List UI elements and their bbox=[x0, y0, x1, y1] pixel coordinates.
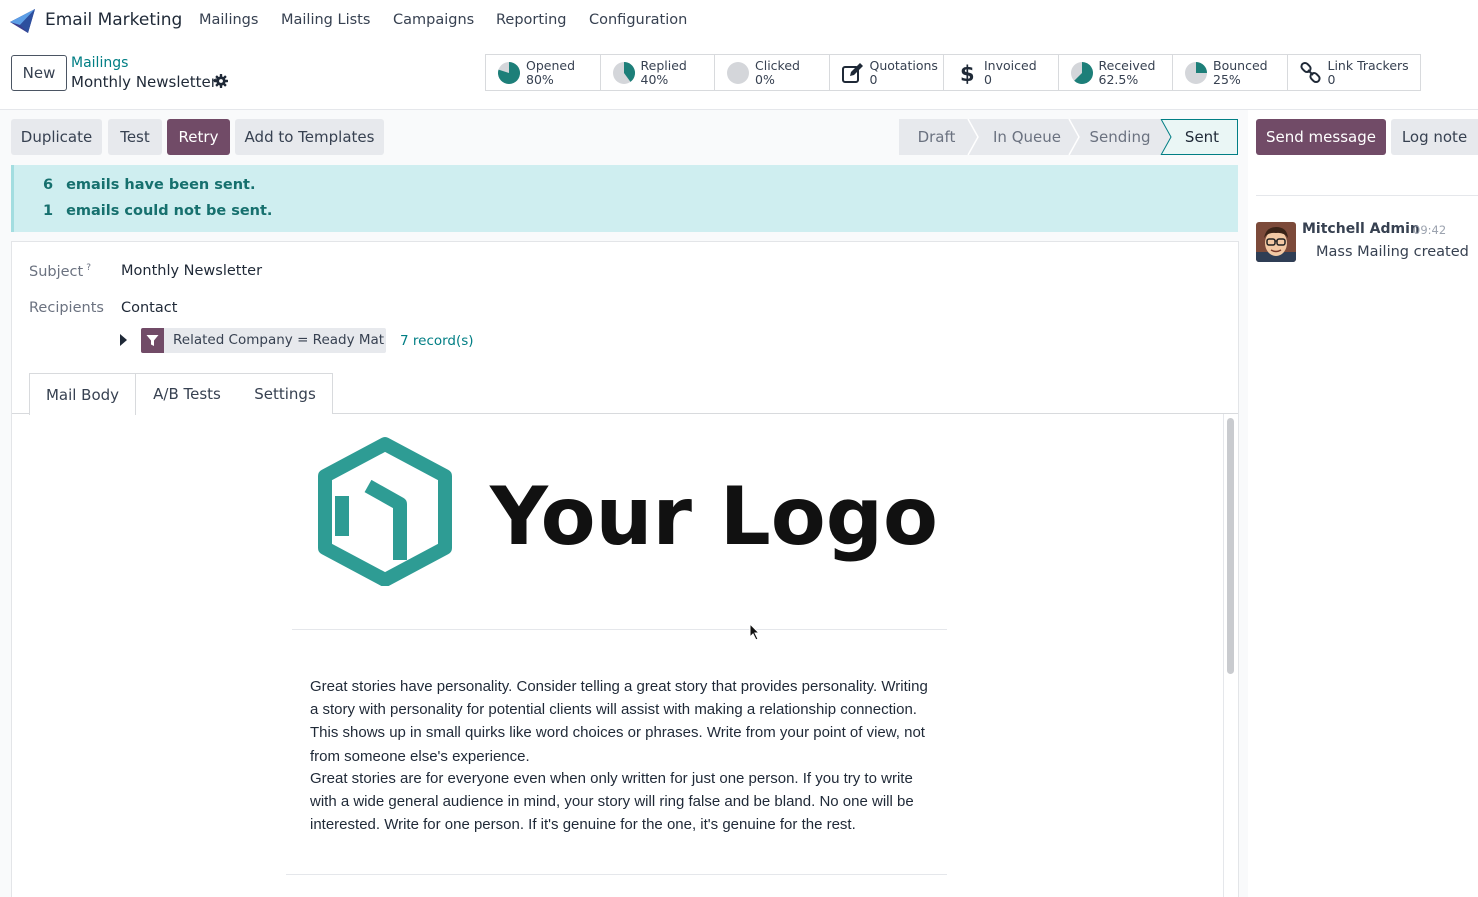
pie-icon bbox=[1070, 62, 1093, 84]
your-logo-image[interactable]: Your Logo bbox=[318, 436, 938, 586]
stat-label: Received bbox=[1098, 58, 1156, 73]
tab-settings[interactable]: Settings bbox=[238, 373, 333, 414]
logo-text: Your Logo bbox=[489, 470, 938, 563]
dollar-icon: $ bbox=[960, 62, 975, 85]
duplicate-button[interactable]: Duplicate bbox=[11, 119, 102, 155]
stat-button-quotations[interactable]: Quotations 0 bbox=[830, 55, 944, 90]
stat-button-bounced[interactable]: Bounced 25% bbox=[1173, 55, 1288, 90]
stat-value: 25% bbox=[1213, 72, 1241, 87]
alert-failed-line: 1 emails could not be sent. bbox=[43, 203, 272, 219]
stat-label: Quotations bbox=[869, 58, 938, 73]
sent-status-alert: 6 emails have been sent. 1 emails could … bbox=[11, 165, 1238, 232]
pie-icon bbox=[498, 62, 521, 84]
add-to-templates-button[interactable]: Add to Templates bbox=[235, 119, 384, 155]
alert-sent-line: 6 emails have been sent. bbox=[43, 177, 256, 193]
message-author: Mitchell Admin bbox=[1302, 221, 1420, 237]
stat-value: 0 bbox=[984, 72, 992, 87]
message-body: Mass Mailing created bbox=[1316, 244, 1469, 260]
stage-sent: Sent bbox=[1184, 128, 1220, 146]
separator-line-bottom bbox=[286, 874, 947, 875]
recipients-label: Recipients bbox=[29, 300, 104, 316]
email-marketing-app-icon[interactable] bbox=[8, 8, 36, 34]
menu-reporting[interactable]: Reporting bbox=[496, 12, 567, 28]
filter-icon bbox=[141, 328, 164, 353]
stat-button-replied[interactable]: Replied 40% bbox=[601, 55, 715, 90]
subject-label: Subject? bbox=[29, 263, 91, 280]
alert-failed-text: emails could not be sent. bbox=[66, 203, 273, 219]
scrollbar-thumb[interactable] bbox=[1227, 418, 1234, 674]
mouse-cursor-icon bbox=[749, 623, 761, 641]
stat-label: Invoiced bbox=[984, 58, 1037, 73]
edit-icon bbox=[841, 63, 863, 83]
stat-value: 62.5% bbox=[1098, 72, 1139, 87]
stat-button-invoiced[interactable]: $ Invoiced 0 bbox=[944, 55, 1059, 90]
separator-line bbox=[292, 629, 947, 630]
send-message-button[interactable]: Send message bbox=[1256, 119, 1386, 155]
status-bar: Draft In Queue Sending Sent bbox=[899, 119, 1238, 155]
stat-button-clicked[interactable]: Clicked 0% bbox=[715, 55, 830, 90]
menu-campaigns[interactable]: Campaigns bbox=[393, 12, 474, 28]
stage-sending: Sending bbox=[1089, 128, 1151, 146]
recipients-field[interactable]: Contact bbox=[121, 300, 177, 316]
menu-configuration[interactable]: Configuration bbox=[589, 12, 687, 28]
stat-label: Clicked bbox=[755, 58, 800, 73]
new-button[interactable]: New bbox=[11, 55, 67, 91]
alert-sent-text: emails have been sent. bbox=[66, 177, 256, 193]
breadcrumb-parent[interactable]: Mailings bbox=[71, 55, 128, 71]
gear-icon[interactable] bbox=[214, 74, 228, 88]
stage-in-queue: In Queue bbox=[993, 128, 1061, 146]
pie-icon bbox=[1185, 62, 1207, 84]
svg-text:$: $ bbox=[960, 62, 975, 85]
alert-sent-count: 6 bbox=[43, 177, 54, 193]
chatter-divider bbox=[1256, 195, 1478, 196]
message-time: 09:42 bbox=[1413, 223, 1447, 237]
stat-value: 0 bbox=[869, 72, 878, 87]
hexagon-logo-icon bbox=[318, 437, 452, 586]
stat-value: 0% bbox=[755, 72, 775, 87]
retry-button[interactable]: Retry bbox=[167, 119, 230, 155]
stat-button-opened[interactable]: Opened 80% bbox=[486, 55, 601, 90]
subject-help-icon[interactable]: ? bbox=[86, 263, 91, 273]
stat-buttons: Opened 80% Replied 40% Clicked 0% Quotations 0 $… bbox=[485, 54, 1421, 91]
filter-text: Related Company = Ready Mat bbox=[173, 332, 385, 348]
log-note-button[interactable]: Log note bbox=[1391, 119, 1478, 155]
stat-value: 80% bbox=[526, 72, 554, 87]
stat-value: 40% bbox=[640, 72, 669, 87]
subject-field[interactable]: Monthly Newsletter bbox=[121, 263, 262, 279]
stat-label: Bounced bbox=[1213, 58, 1268, 73]
records-count-link[interactable]: 7 record(s) bbox=[400, 333, 474, 349]
domain-filter-chip[interactable]: Related Company = Ready Mat bbox=[141, 328, 386, 353]
stat-value: 0 bbox=[1327, 72, 1336, 87]
link-icon bbox=[1299, 61, 1321, 84]
test-button[interactable]: Test bbox=[108, 119, 162, 155]
breadcrumb-current: Monthly Newsletter bbox=[71, 73, 217, 91]
stat-label: Link Trackers bbox=[1327, 58, 1409, 73]
menu-mailings[interactable]: Mailings bbox=[199, 12, 258, 28]
stat-label: Replied bbox=[640, 58, 687, 73]
pie-icon bbox=[727, 62, 749, 84]
expand-caret-icon[interactable] bbox=[120, 334, 127, 346]
stat-button-link-trackers[interactable]: Link Trackers 0 bbox=[1288, 55, 1409, 90]
body-paragraph-1[interactable]: Great stories have personality. Consider… bbox=[310, 675, 930, 768]
tab-mail-body[interactable]: Mail Body bbox=[29, 373, 136, 415]
alert-failed-count: 1 bbox=[43, 203, 54, 219]
app-name[interactable]: Email Marketing bbox=[45, 10, 182, 30]
pie-icon bbox=[612, 62, 635, 84]
stat-button-received[interactable]: Received 62.5% bbox=[1059, 55, 1173, 90]
menu-mailing-lists[interactable]: Mailing Lists bbox=[281, 12, 370, 28]
avatar[interactable] bbox=[1256, 222, 1296, 262]
tab-ab-tests[interactable]: A/B Tests bbox=[136, 373, 239, 414]
body-paragraph-2[interactable]: Great stories are for everyone even when… bbox=[310, 767, 930, 837]
stat-label: Opened bbox=[526, 58, 576, 73]
top-navbar: Email Marketing Mailings Mailing Lists C… bbox=[0, 0, 1478, 42]
stage-draft: Draft bbox=[917, 128, 956, 146]
